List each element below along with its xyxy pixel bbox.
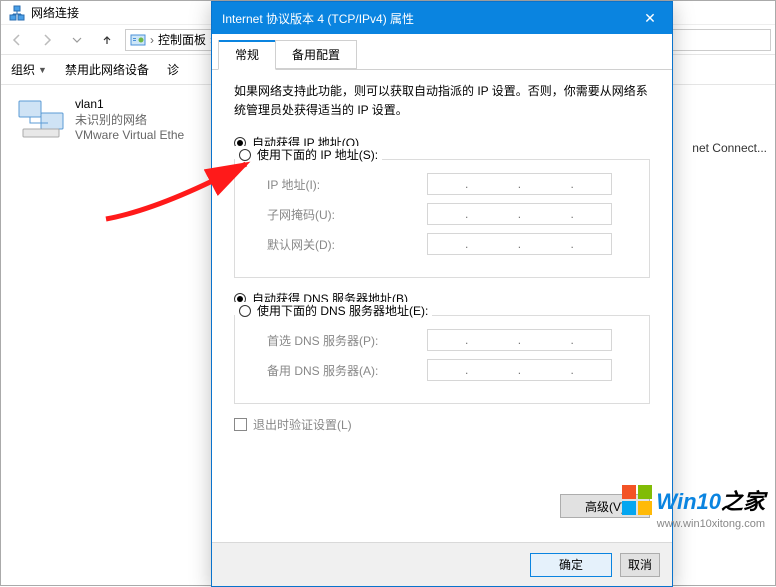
- radio-dot-icon: [239, 149, 251, 161]
- breadcrumb-root[interactable]: 控制面板: [158, 31, 206, 48]
- toolbar-diagnose[interactable]: 诊: [167, 61, 179, 78]
- dialog-titlebar: Internet 协议版本 4 (TCP/IPv4) 属性 ✕: [212, 2, 672, 34]
- dialog-title-text: Internet 协议版本 4 (TCP/IPv4) 属性: [222, 10, 414, 27]
- label-dns-preferred: 首选 DNS 服务器(P):: [267, 332, 427, 349]
- input-subnet-mask: ...: [427, 203, 612, 225]
- tab-strip: 常规 备用配置: [212, 34, 672, 70]
- adapter-name: vlan1: [75, 97, 184, 111]
- ipv4-properties-dialog: Internet 协议版本 4 (TCP/IPv4) 属性 ✕ 常规 备用配置 …: [211, 1, 673, 587]
- input-ip-address: ...: [427, 173, 612, 195]
- input-dns-alternate: ...: [427, 359, 612, 381]
- watermark: Win10之家 www.win10xitong.com: [622, 484, 765, 530]
- nav-back[interactable]: [5, 28, 29, 52]
- side-truncated-text: net Connect...: [692, 141, 767, 155]
- input-dns-preferred: ...: [427, 329, 612, 351]
- ok-button[interactable]: 确定: [530, 553, 612, 577]
- cancel-button[interactable]: 取消: [620, 553, 660, 577]
- windows-logo-icon: [622, 485, 652, 515]
- label-ip-address: IP 地址(I):: [267, 176, 427, 193]
- dialog-footer: 确定 取消: [212, 542, 672, 586]
- toolbar-organize[interactable]: 组织▼: [11, 61, 47, 78]
- radio-dns-manual[interactable]: 使用下面的 DNS 服务器地址(E):: [235, 302, 432, 319]
- explorer-title: 网络连接: [31, 4, 79, 21]
- label-subnet-mask: 子网掩码(U):: [267, 206, 427, 223]
- label-dns-alternate: 备用 DNS 服务器(A):: [267, 362, 427, 379]
- toolbar-disable-device[interactable]: 禁用此网络设备: [65, 61, 149, 78]
- network-icon: [9, 5, 25, 21]
- label-default-gateway: 默认网关(D):: [267, 236, 427, 253]
- input-default-gateway: ...: [427, 233, 612, 255]
- radio-ip-manual[interactable]: 使用下面的 IP 地址(S):: [235, 146, 382, 163]
- checkbox-validate-on-exit[interactable]: 退出时验证设置(L): [234, 416, 650, 433]
- adapter-status: 未识别的网络: [75, 111, 184, 128]
- watermark-url: www.win10xitong.com: [622, 518, 765, 530]
- radio-dot-icon: [239, 305, 251, 317]
- dns-group: 使用下面的 DNS 服务器地址(E): 首选 DNS 服务器(P): ... 备…: [234, 315, 650, 404]
- checkbox-icon: [234, 418, 247, 431]
- breadcrumb-sep: ›: [150, 33, 154, 47]
- control-panel-icon: [130, 32, 146, 48]
- ip-group: 使用下面的 IP 地址(S): IP 地址(I): ... 子网掩码(U): .…: [234, 159, 650, 278]
- nav-up[interactable]: [95, 28, 119, 52]
- tab-alternate[interactable]: 备用配置: [275, 40, 357, 69]
- adapter-icon: [17, 97, 65, 139]
- network-adapter-item[interactable]: vlan1 未识别的网络 VMware Virtual Ethe: [15, 95, 235, 144]
- nav-forward[interactable]: [35, 28, 59, 52]
- intro-text: 如果网络支持此功能，则可以获取自动指派的 IP 设置。否则，你需要从网络系统管理…: [234, 82, 650, 120]
- tab-general[interactable]: 常规: [218, 40, 276, 70]
- nav-recent[interactable]: [65, 28, 89, 52]
- close-button[interactable]: ✕: [628, 2, 672, 34]
- adapter-desc: VMware Virtual Ethe: [75, 128, 184, 142]
